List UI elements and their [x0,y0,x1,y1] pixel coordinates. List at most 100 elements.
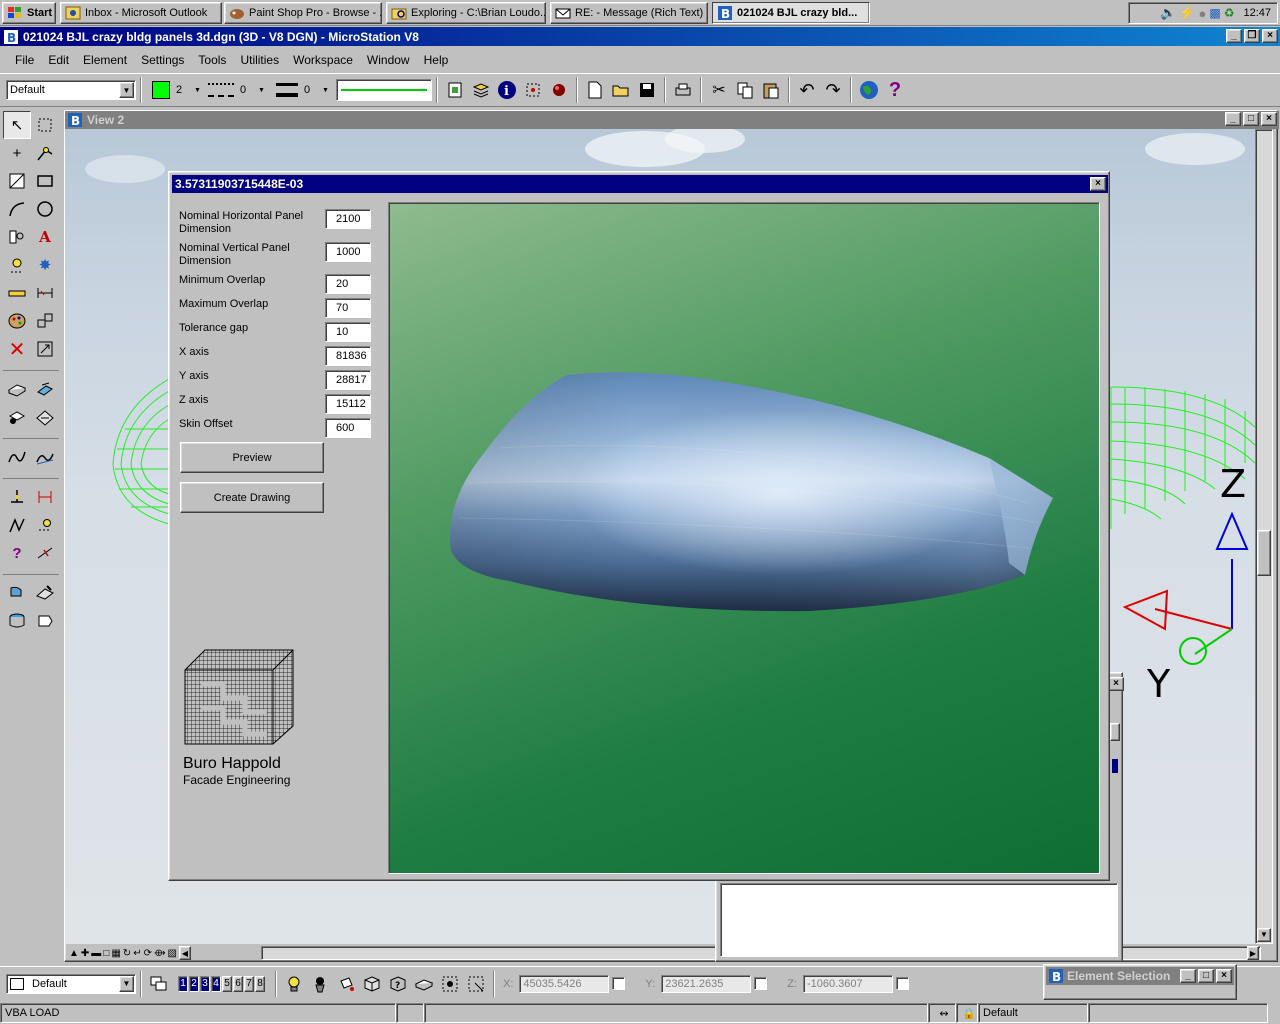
plot-icon[interactable] [3,579,31,607]
references-icon[interactable] [442,77,468,103]
3d-slab-icon[interactable] [411,971,437,997]
x-coord-field[interactable]: 45035.5426 [519,974,610,993]
camera-icon[interactable] [307,971,333,997]
view-toggle-2[interactable]: 2 [189,975,199,992]
y-coord-field[interactable]: 23621.2635 [661,974,752,993]
taskbar-microstation[interactable]: B 021024 BJL crazy bld... [712,2,870,24]
annotate-icon[interactable] [31,579,59,607]
scroll-thumb[interactable] [1257,530,1271,576]
render-icon[interactable] [546,77,572,103]
paste-icon[interactable] [758,77,784,103]
database-icon[interactable] [3,607,31,635]
y-lock-checkbox[interactable] [754,977,768,990]
menu-workspace[interactable]: Workspace [286,53,360,67]
new-file-icon[interactable] [582,77,608,103]
taskbar-paintshop[interactable]: Paint Shop Pro - Browse - ... [224,2,382,24]
color-value[interactable]: 2 [176,84,194,96]
palette-color-icon[interactable] [3,307,31,335]
view-toggle-3[interactable]: 3 [200,975,210,992]
minimum-overlap-input[interactable]: 20 [325,274,371,294]
levels-icon[interactable] [468,77,494,103]
start-button[interactable]: Start [2,2,56,24]
panel-settings-dialog[interactable]: 3.57311903715448E-03 × Nominal Horizonta… [168,171,1110,881]
menu-element[interactable]: Element [76,53,134,67]
taskbar-outlook[interactable]: Inbox - Microsoft Outlook [60,2,222,24]
pan-view-icon[interactable]: ↵ [133,948,141,959]
view-toggle-1[interactable]: 1 [178,975,188,992]
copy-element-icon[interactable] [31,307,59,335]
zoom-out-icon[interactable]: ▬ [91,948,101,959]
chevron-down-icon[interactable]: ▼ [258,87,272,94]
dialog-title-bar[interactable]: 3.57311903715448E-03 × [172,175,1108,193]
dialog-close-button[interactable]: × [1090,177,1106,191]
bspline-surface-icon[interactable] [31,443,59,471]
z-coord-field[interactable]: -1060.3607 [802,974,893,993]
dimension-icon[interactable] [31,279,59,307]
help-icon[interactable]: ? [882,77,908,103]
menu-help[interactable]: Help [417,53,456,67]
open-folder-icon[interactable] [608,77,634,103]
3d-solid-icon[interactable] [31,403,59,431]
z-lock-checkbox[interactable] [895,977,909,990]
rectangle-icon[interactable] [31,167,59,195]
globe-icon[interactable] [856,77,882,103]
cut-icon[interactable]: ✂ [706,77,732,103]
keypoint-icon[interactable] [31,511,59,539]
level-combo[interactable]: Default ▼ [6,80,136,100]
line-style-icon[interactable] [208,83,234,97]
style-value[interactable]: 0 [240,84,258,96]
restore-button[interactable]: ❐ [1244,29,1260,43]
taskbar-explorer[interactable]: Exploring - C:\Brian Loudo... [386,2,546,24]
undo-icon[interactable]: ↶ [794,77,820,103]
power-icon[interactable]: ⚡ [1179,5,1195,21]
fit-view-icon[interactable]: ▦ [111,948,120,959]
update-icon[interactable]: ▲ [69,948,79,959]
menu-window[interactable]: Window [360,53,417,67]
copy-icon[interactable] [732,77,758,103]
bspline-curve-icon[interactable] [3,443,31,471]
view-windows-icon[interactable] [146,971,172,997]
horizontal-panel-input[interactable]: 2100 [325,209,371,229]
element-list[interactable] [720,883,1118,957]
snap-icon[interactable]: ✸ [31,251,59,279]
text-icon[interactable]: A [31,223,59,251]
3d-query-icon[interactable]: ? [385,971,411,997]
element-selection-title-bar[interactable]: B Element Selection _ □ × [1046,967,1234,985]
delete-element-icon[interactable]: ✕ [3,335,31,363]
tentative-icon[interactable] [3,251,31,279]
query-icon[interactable]: ? [3,539,31,567]
window-area-icon[interactable]: □ [103,948,109,959]
3d-extrude-icon[interactable] [31,375,59,403]
paint-bucket-icon[interactable] [333,971,359,997]
menu-settings[interactable]: Settings [134,53,191,67]
save-icon[interactable] [634,77,660,103]
x-axis-input[interactable]: 81836 [325,346,371,366]
elsel-minimize-button[interactable]: _ [1180,969,1196,983]
panel-close-button[interactable]: × [1108,677,1124,691]
accudraw-icon[interactable] [437,971,463,997]
view-toggle-5[interactable]: 5 [222,975,232,992]
tag-icon[interactable] [31,607,59,635]
weight-value[interactable]: 0 [304,84,322,96]
info-icon[interactable]: i [494,77,520,103]
sync-icon[interactable]: ♻ [1224,6,1235,20]
scale-icon[interactable] [31,335,59,363]
elsel-maximize-button[interactable]: □ [1198,969,1214,983]
view-toggle-8[interactable]: 8 [255,975,265,992]
view-toggle-7[interactable]: 7 [244,975,254,992]
menu-file[interactable]: File [8,53,41,67]
view-next-icon[interactable]: ⟴ [154,948,166,959]
view-previous-icon[interactable]: ⟳ [144,948,152,959]
snap-status-icon[interactable]: ↭ [928,1003,956,1023]
place-point-icon[interactable]: + [3,139,31,167]
chevron-down-icon[interactable]: ▼ [322,87,336,94]
polygon-tool-icon[interactable] [3,167,31,195]
circle-icon[interactable] [31,195,59,223]
app-title-bar[interactable]: B 021024 BJL crazy bldg panels 3d.dgn (3… [0,27,1280,46]
preview-render[interactable] [388,202,1100,874]
menu-utilities[interactable]: Utilities [233,53,286,67]
view-minimize-button[interactable]: _ [1225,112,1241,126]
scroll-left-button[interactable]: ◀ [179,946,191,960]
lock-icon[interactable]: 🔒 [956,1003,978,1023]
smartline-icon[interactable] [31,139,59,167]
